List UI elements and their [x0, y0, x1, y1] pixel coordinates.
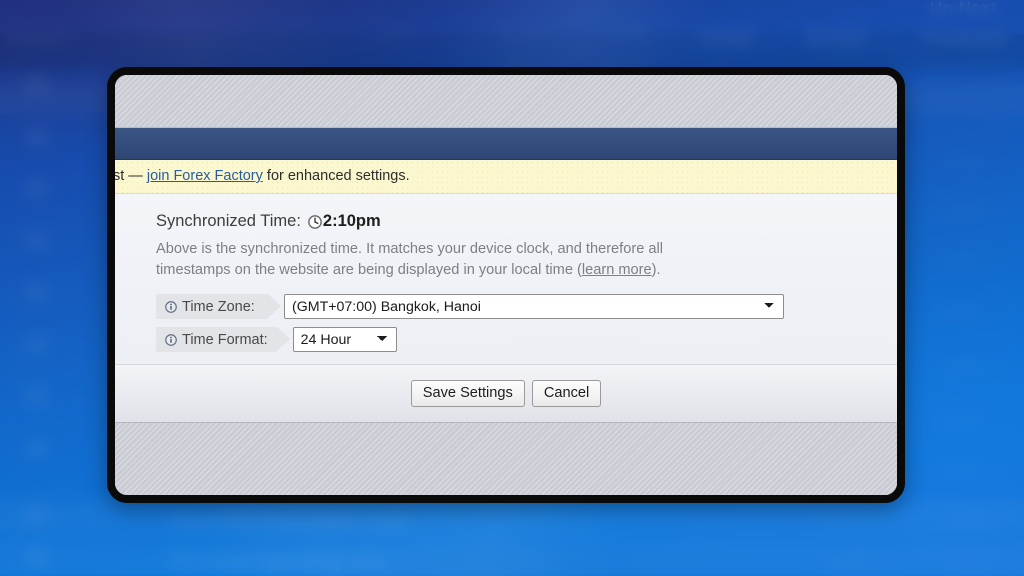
dialog-footer: Save Settings Cancel: [115, 364, 897, 422]
learn-more-link[interactable]: learn more: [582, 262, 652, 278]
time-zone-label-tag: Time Zone:: [156, 294, 281, 320]
dialog-top-chrome: [115, 75, 897, 128]
time-zone-label-text: Time Zone:: [182, 298, 255, 315]
info-icon[interactable]: [165, 334, 177, 346]
time-format-label-tag: Time Format:: [156, 327, 290, 353]
dialog-body: Synchronized Time: 2:10pm Above is the s…: [115, 194, 897, 364]
time-settings-dialog: st — join Forex Factory for enhanced set…: [107, 67, 905, 503]
dialog-bottom-chrome: [115, 422, 897, 495]
time-zone-row: Time Zone: (GMT+07:00) Bangkok, Hanoi: [156, 294, 897, 320]
description-line-1: Above is the synchronized time. It match…: [156, 241, 663, 258]
upgrade-notice-banner: st — join Forex Factory for enhanced set…: [115, 160, 897, 195]
synchronized-time-value-group: 2:10pm: [308, 212, 381, 231]
time-format-row: Time Format: 24 Hour: [156, 327, 897, 353]
clock-icon: [308, 214, 322, 229]
notice-suffix: for enhanced settings.: [262, 168, 410, 184]
synchronized-time-description: Above is the synchronized time. It match…: [156, 239, 776, 281]
site-navbar: [115, 128, 897, 160]
description-line-2-after: ).: [651, 262, 661, 279]
info-icon[interactable]: [165, 301, 177, 313]
notice-prefix: st —: [115, 168, 147, 184]
synchronized-time-label: Synchronized Time:: [156, 212, 301, 231]
time-format-select[interactable]: 24 Hour: [292, 327, 397, 353]
time-zone-select[interactable]: (GMT+07:00) Bangkok, Hanoi: [284, 294, 784, 320]
save-settings-button[interactable]: Save Settings: [410, 379, 525, 408]
description-line-2-before: timestamps on the website are being disp…: [156, 262, 582, 279]
join-forex-factory-link[interactable]: join Forex Factory: [147, 168, 263, 184]
screen-root: Impact Detail Actual Forecast Up Next 3.…: [0, 0, 1024, 576]
cancel-button[interactable]: Cancel: [531, 379, 602, 408]
synchronized-time-text: 2:10pm: [322, 212, 381, 231]
synchronized-time-line: Synchronized Time: 2:10pm: [156, 212, 897, 231]
time-format-label-text: Time Format:: [182, 331, 268, 348]
